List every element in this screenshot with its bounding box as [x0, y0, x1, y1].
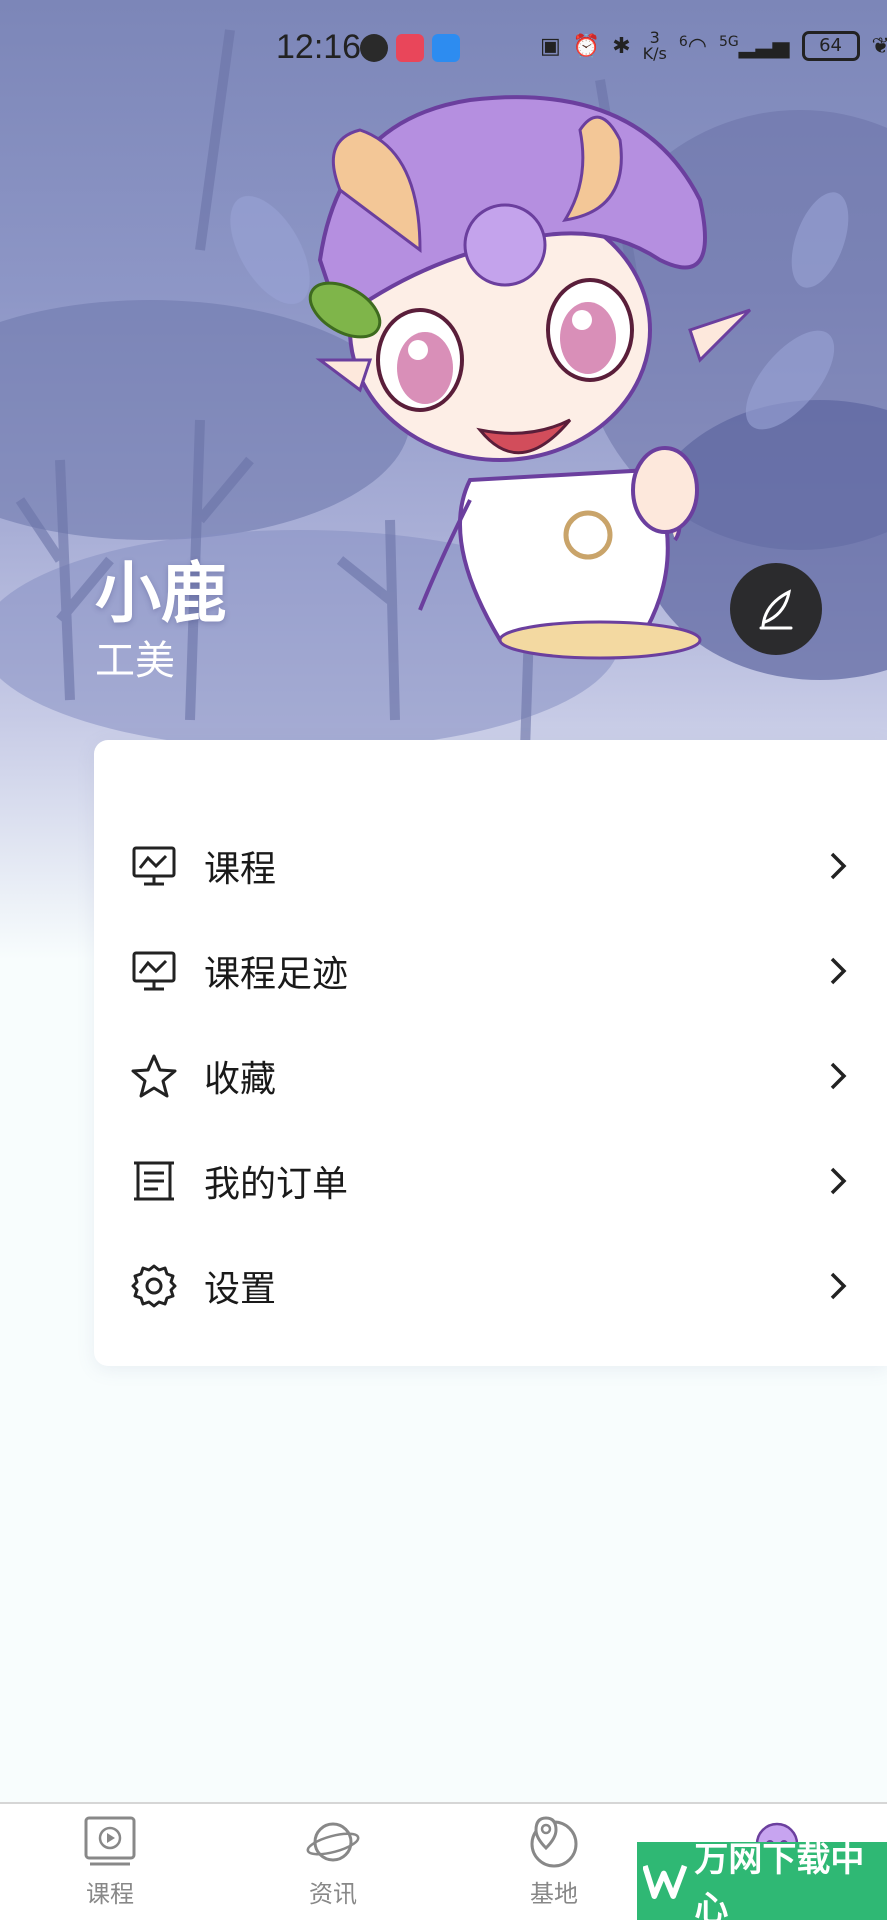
site-watermark: 万网下载中心 — [637, 1840, 887, 1920]
menu-item-label: 收藏 — [204, 1058, 277, 1100]
tab-news[interactable]: 资讯 — [268, 1804, 398, 1920]
menu-item-label: 课程 — [204, 848, 277, 890]
wifi-badge: 6 — [678, 33, 688, 50]
menu-item-label: 设置 — [204, 1268, 277, 1310]
profile-menu-card: 课程 课程足迹 收藏 我的订单 设置 — [94, 740, 887, 1366]
watermark-text: 万网下载中心 — [694, 1840, 865, 1920]
profile-subtitle: 工美 — [95, 638, 175, 684]
gear-icon — [131, 1264, 177, 1307]
signal-icon: 5G ▂▃▅ — [718, 33, 790, 59]
tab-label: 基地 — [530, 1880, 578, 1908]
chevron-right-icon — [830, 957, 847, 984]
bluetooth-icon: ✱ — [612, 33, 631, 59]
chevron-right-icon — [830, 852, 847, 879]
notification-icons — [360, 34, 460, 62]
tab-label: 课程 — [86, 1880, 134, 1908]
battery-indicator: 64 — [801, 31, 860, 61]
menu-item-course-history[interactable]: 课程足迹 — [94, 918, 887, 1023]
menu-item-label: 课程足迹 — [204, 953, 349, 995]
leaf-icon: ❦ — [871, 33, 887, 59]
system-status-icons: ▣ ⏰ ✱ 3 K/s 6 ◠ 5G ▂▃▅ 64 ❦ — [540, 30, 887, 62]
chevron-right-icon — [830, 1272, 847, 1299]
menu-item-settings[interactable]: 设置 — [94, 1233, 887, 1338]
blue-search-app-icon — [432, 34, 460, 62]
menu-item-label: 我的订单 — [204, 1163, 349, 1205]
monitor-chart-icon — [132, 846, 176, 885]
monitor-chart-icon — [132, 951, 176, 990]
net-speed: 3 K/s — [643, 30, 667, 62]
status-bar: 12:16 ▣ ⏰ ✱ 3 K/s 6 ◠ 5G ▂▃▅ 64 ❦ — [0, 0, 887, 100]
net-speed-unit: K/s — [642, 44, 667, 63]
watermark-logo-icon — [643, 1864, 688, 1899]
planet-icon — [306, 1822, 360, 1862]
feather-pen-icon — [759, 589, 793, 630]
cell-badge: 5G — [718, 33, 739, 50]
tab-base[interactable]: 基地 — [489, 1804, 619, 1920]
chevron-right-icon — [830, 1062, 847, 1089]
nfc-icon: ▣ — [540, 33, 561, 59]
map-pin-icon — [530, 1816, 578, 1868]
tab-label: 资讯 — [309, 1880, 357, 1908]
receipt-icon — [134, 1161, 174, 1200]
star-icon — [131, 1054, 177, 1097]
profile-name: 小鹿 — [95, 555, 227, 632]
edit-profile-button[interactable] — [730, 563, 822, 655]
red-book-app-icon — [396, 34, 424, 62]
menu-item-favorites[interactable]: 收藏 — [94, 1023, 887, 1128]
tab-courses[interactable]: 课程 — [45, 1804, 175, 1920]
wifi-icon: 6 ◠ — [678, 33, 707, 59]
menu-item-courses[interactable]: 课程 — [94, 813, 887, 918]
chevron-right-icon — [830, 1167, 847, 1194]
message-bubble-icon — [360, 34, 388, 62]
play-screen-icon — [84, 1816, 136, 1866]
status-time: 12:16 — [276, 28, 362, 66]
alarm-icon: ⏰ — [572, 33, 601, 59]
menu-item-my-orders[interactable]: 我的订单 — [94, 1128, 887, 1233]
